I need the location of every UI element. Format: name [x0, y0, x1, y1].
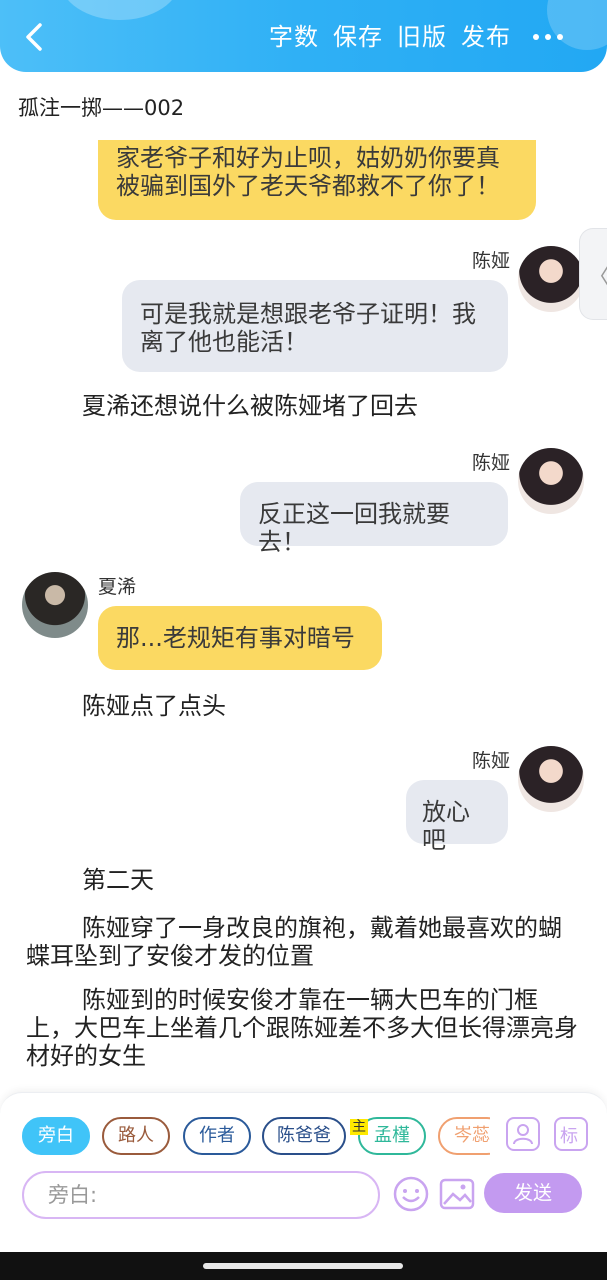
toolbar-actions: 字数 保存 旧版 发布	[269, 22, 511, 52]
message-text: 那...老规矩有事对暗号	[116, 624, 355, 652]
avatar[interactable]	[518, 246, 584, 312]
send-button[interactable]: 发送	[484, 1173, 582, 1213]
mark-label: 标	[560, 1126, 578, 1147]
message-bubble[interactable]: 放心吧	[406, 780, 508, 854]
chevron-left-icon: 〈	[588, 259, 607, 291]
decor-circle	[60, 0, 180, 20]
role-chip-passerby[interactable]: 路人	[102, 1117, 170, 1155]
image-icon[interactable]	[438, 1175, 476, 1213]
speaker-name: 陈娅	[472, 452, 511, 474]
chat-content[interactable]: 家老爷子和好为止呗，姑奶奶你要真被骗到国外了老天爷都救不了你了！ 陈娅 可是我就…	[0, 140, 607, 1090]
role-chip-meng-jin[interactable]: 孟槿	[358, 1117, 426, 1155]
message-text: 家老爷子和好为止呗，姑奶奶你要真被骗到国外了老天爷都救不了你了！	[116, 144, 500, 200]
role-chip-narration[interactable]: 旁白	[22, 1117, 90, 1155]
message-text: 反正这一回我就要去！	[258, 500, 450, 556]
top-bar: 字数 保存 旧版 发布	[0, 0, 607, 72]
message-text: 可是我就是想跟老爷子证明！我离了他也能活！	[140, 300, 476, 356]
character-settings-button[interactable]	[506, 1117, 540, 1151]
narration-text[interactable]: 陈娅到的时候安俊才靠在一辆大巴车的门框上，大巴车上坐着几个跟陈娅差不多大但长得漂…	[26, 986, 582, 1070]
back-icon[interactable]	[22, 22, 46, 52]
speaker-name: 陈娅	[472, 750, 511, 772]
message-input[interactable]: 旁白:	[22, 1171, 380, 1219]
speaker-name: 夏浠	[98, 576, 137, 598]
role-chip-cen-rui[interactable]: 岑蕊	[438, 1117, 490, 1155]
message-bubble[interactable]: 可是我就是想跟老爷子证明！我离了他也能活！	[122, 280, 508, 372]
narration-text[interactable]: 第二天	[82, 866, 154, 894]
avatar[interactable]	[22, 572, 88, 638]
save-button[interactable]: 保存	[333, 22, 383, 52]
word-count-button[interactable]: 字数	[269, 22, 319, 52]
home-indicator[interactable]	[203, 1263, 403, 1269]
role-chip-chen-dad[interactable]: 陈爸爸	[262, 1117, 346, 1155]
mark-button[interactable]: 标	[554, 1117, 588, 1151]
publish-button[interactable]: 发布	[461, 22, 511, 52]
main-role-badge: 主	[350, 1119, 368, 1135]
message-bubble[interactable]: 家老爷子和好为止呗，姑奶奶你要真被骗到国外了老天爷都救不了你了！	[98, 140, 536, 220]
input-panel: 旁白 路人 作者 陈爸爸 孟槿 岑蕊 主 标 旁白: 发送	[0, 1092, 607, 1252]
narration-text[interactable]: 陈娅穿了一身改良的旗袍，戴着她最喜欢的蝴蝶耳坠到了安俊才发的位置	[26, 914, 582, 970]
system-nav-bar	[0, 1252, 607, 1280]
role-chip-list[interactable]: 旁白 路人 作者 陈爸爸 孟槿 岑蕊	[22, 1117, 490, 1157]
narration-text[interactable]: 陈娅点了点头	[82, 692, 226, 720]
speaker-name: 陈娅	[472, 250, 511, 272]
role-chip-author[interactable]: 作者	[183, 1117, 251, 1155]
more-icon[interactable]	[533, 30, 567, 44]
side-drawer-handle[interactable]: 〈	[579, 228, 607, 320]
person-icon	[513, 1124, 533, 1145]
document-title: 孤注一掷——002	[18, 96, 185, 120]
message-bubble[interactable]: 那...老规矩有事对暗号	[98, 606, 382, 670]
narration-text[interactable]: 夏浠还想说什么被陈娅堵了回去	[82, 392, 418, 420]
message-text: 放心吧	[422, 798, 470, 854]
old-version-button[interactable]: 旧版	[397, 22, 447, 52]
avatar[interactable]	[518, 746, 584, 812]
message-bubble[interactable]: 反正这一回我就要去！	[240, 482, 508, 556]
emoji-icon[interactable]	[392, 1175, 430, 1213]
avatar[interactable]	[518, 448, 584, 514]
